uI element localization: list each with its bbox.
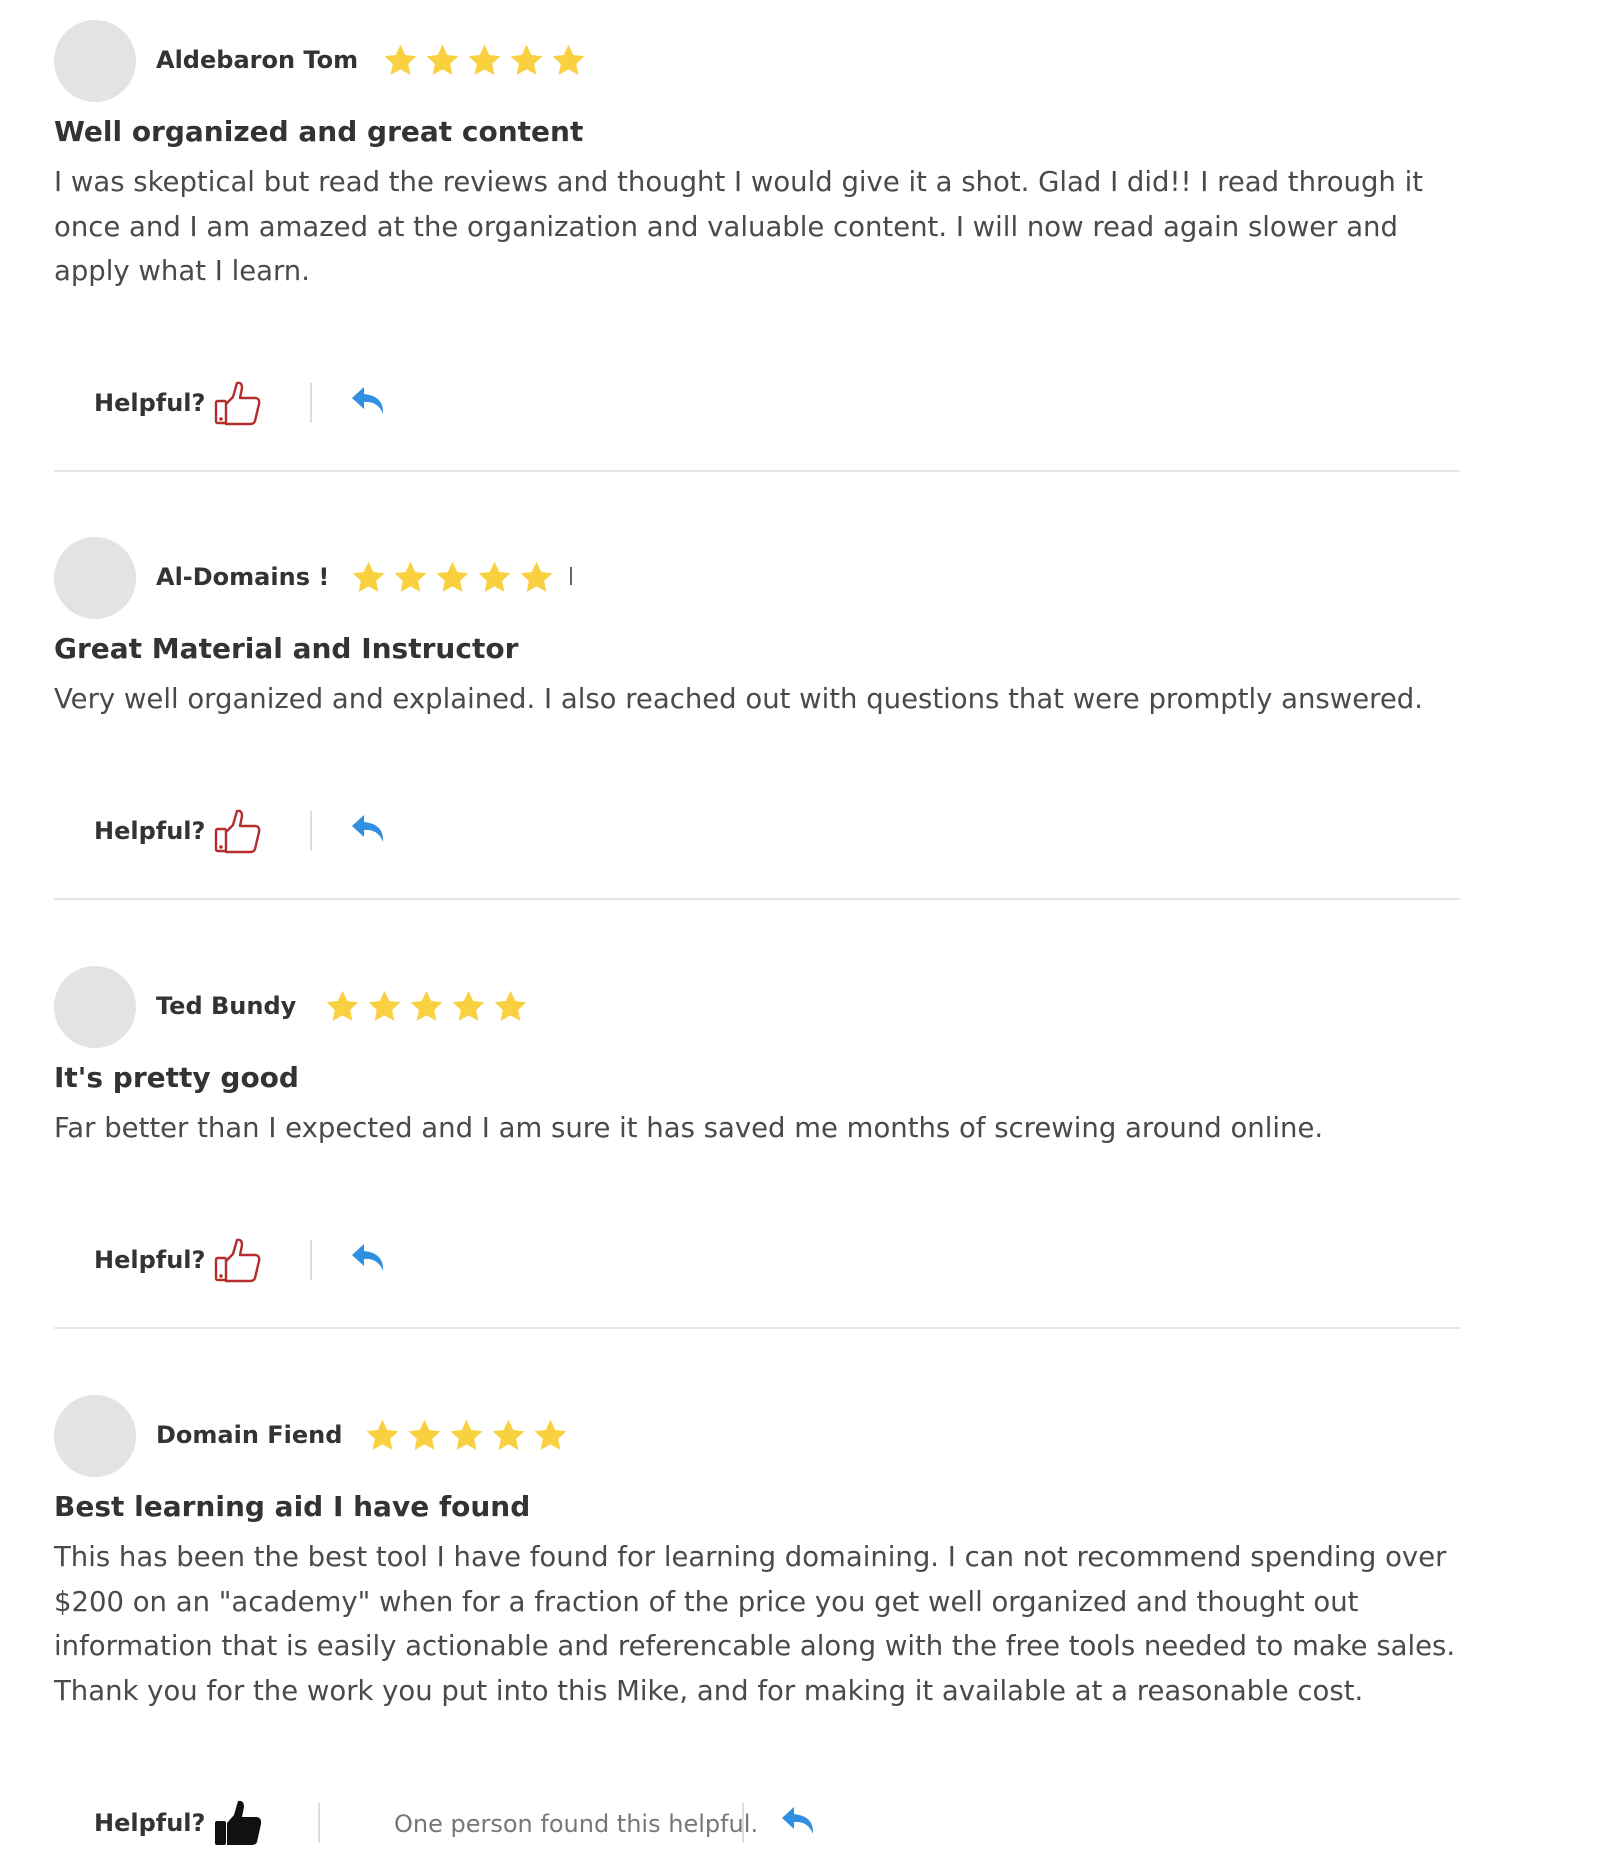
review-title: It's pretty good [54,1061,299,1094]
avatar [54,20,136,102]
reply-icon[interactable] [778,1799,822,1843]
review-body: This has been the best tool I have found… [54,1541,1456,1708]
review-author: Domain Fiend [156,1421,343,1449]
star-icon [382,42,419,79]
star-rating [324,986,529,1026]
helpful-row: Helpful? One person found this helpful. [94,1793,1294,1853]
helpful-label: Helpful? [94,1809,206,1837]
star-icon [392,559,429,596]
star-icon [448,1417,485,1454]
thumbs-up-icon[interactable] [212,1234,264,1286]
review-header: Ted Bundy [54,966,1054,1048]
review-header: Aldebaron Tom [54,20,1054,102]
divider [742,1803,744,1843]
thumbs-up-icon[interactable] [212,377,264,429]
star-icon [434,559,471,596]
avatar [54,537,136,619]
reply-icon[interactable] [348,1236,392,1280]
review-item: Aldebaron Tom Well organized and great c… [54,20,1460,460]
star-icon [466,42,503,79]
review-author: Ted Bundy [156,992,297,1020]
star-icon [532,1417,569,1454]
avatar [54,1395,136,1477]
star-icon [492,988,529,1025]
divider [310,383,312,423]
thumbs-up-icon[interactable] [212,1797,264,1849]
star-icon [424,42,461,79]
review-separator [54,1327,1460,1329]
reply-icon[interactable] [348,379,392,423]
review-header: Domain Fiend [54,1395,1054,1477]
review-item: Ted Bundy It's pretty good Far better th… [54,966,1460,1326]
review-separator [54,470,1460,472]
star-icon [350,559,387,596]
review-body: Very well organized and explained. I als… [54,683,1423,715]
review-title: Well organized and great content [54,115,584,148]
star-icon [518,559,555,596]
star-icon [450,988,487,1025]
helpful-label: Helpful? [94,1246,206,1274]
helpful-row: Helpful? [94,373,1294,433]
star-icon [550,42,587,79]
helpful-row: Helpful? [94,801,1294,861]
review-title: Great Material and Instructor [54,632,519,665]
review-separator [54,898,1460,900]
star-rating [382,40,587,80]
divider [318,1803,320,1843]
helpful-count: One person found this helpful. [394,1810,759,1838]
review-body: I was skeptical but read the reviews and… [54,166,1424,288]
helpful-label: Helpful? [94,817,206,845]
helpful-label: Helpful? [94,389,206,417]
star-icon [324,988,361,1025]
review-item: Al-Domains ! Great Material and Instruct… [54,537,1460,897]
review-body: Far better than I expected and I am sure… [54,1112,1324,1144]
star-icon [406,1417,443,1454]
review-author: Aldebaron Tom [156,46,359,74]
helpful-row: Helpful? [94,1230,1294,1290]
divider [310,1240,312,1280]
star-rating [350,557,555,597]
star-icon [476,559,513,596]
star-rating [364,1415,569,1455]
star-icon [490,1417,527,1454]
review-item: Domain Fiend Best learning aid I have fo… [54,1395,1460,1854]
reply-icon[interactable] [348,807,392,851]
review-header: Al-Domains ! [54,537,1054,619]
review-author: Al-Domains ! [156,563,330,591]
divider [310,811,312,851]
star-icon [508,42,545,79]
star-icon [366,988,403,1025]
star-icon [408,988,445,1025]
text-cursor [570,567,572,585]
star-icon [364,1417,401,1454]
review-title: Best learning aid I have found [54,1490,531,1523]
avatar [54,966,136,1048]
thumbs-up-icon[interactable] [212,805,264,857]
